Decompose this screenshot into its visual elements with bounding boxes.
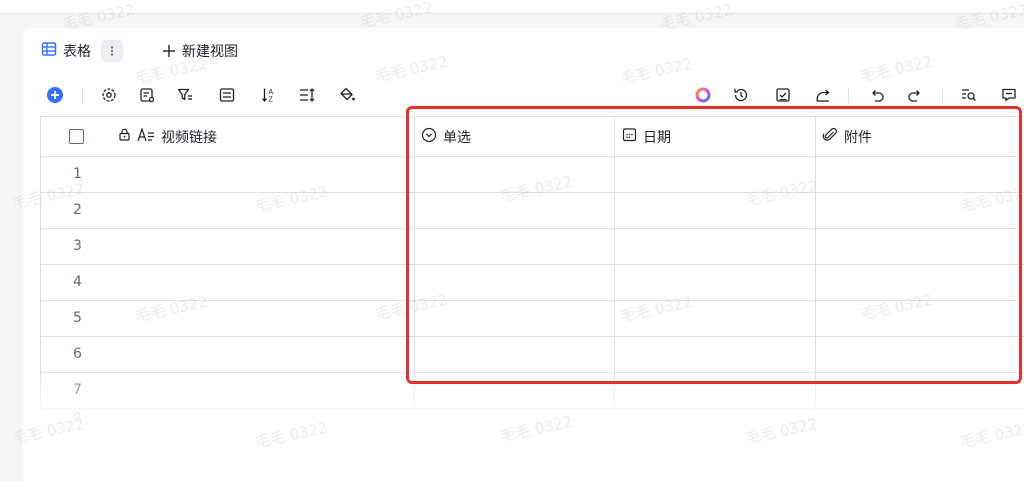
cell-video-link[interactable]: 4 bbox=[41, 265, 415, 301]
cell-video-link[interactable]: 3 bbox=[41, 229, 415, 265]
more-vertical-icon bbox=[110, 46, 114, 56]
add-record-icon[interactable] bbox=[44, 84, 66, 106]
tab-grid-view-label: 表格 bbox=[63, 44, 91, 60]
row-height-icon[interactable] bbox=[296, 84, 318, 106]
undo-icon[interactable] bbox=[866, 84, 888, 106]
cell-video-link[interactable]: 2 bbox=[41, 193, 415, 229]
bottom-fade bbox=[22, 370, 1024, 481]
group-icon[interactable] bbox=[216, 84, 238, 106]
top-strip bbox=[0, 0, 1024, 14]
row-number: 6 bbox=[73, 346, 82, 362]
row-number: 3 bbox=[73, 238, 82, 254]
share-icon[interactable] bbox=[812, 84, 834, 106]
ai-assistant-icon[interactable] bbox=[692, 84, 714, 106]
cell-video-link[interactable]: 5 bbox=[41, 301, 415, 337]
toolbar-divider bbox=[82, 88, 83, 104]
toolbar-divider bbox=[848, 88, 849, 104]
row-number: 1 bbox=[73, 166, 82, 182]
row-number: 2 bbox=[73, 202, 82, 218]
field-config-icon[interactable] bbox=[136, 84, 158, 106]
fill-color-icon[interactable] bbox=[336, 84, 358, 106]
plus-icon bbox=[163, 45, 175, 57]
tab-grid-view[interactable]: 表格 bbox=[28, 32, 140, 70]
cell-video-link[interactable]: 1 bbox=[41, 157, 415, 193]
filter-icon[interactable] bbox=[174, 84, 196, 106]
column-header-label: 视频链接 bbox=[161, 129, 217, 146]
highlight-box bbox=[406, 106, 1022, 384]
new-view-label: 新建视图 bbox=[182, 44, 238, 60]
search-icon[interactable] bbox=[958, 84, 980, 106]
row-number: 5 bbox=[73, 310, 82, 326]
cell-video-link[interactable]: 6 bbox=[41, 337, 415, 373]
comment-icon[interactable] bbox=[998, 84, 1020, 106]
svg-text:A: A bbox=[269, 89, 274, 96]
history-icon[interactable] bbox=[730, 84, 752, 106]
checklist-icon[interactable] bbox=[772, 84, 794, 106]
lock-icon bbox=[118, 128, 131, 145]
toolbar-divider bbox=[942, 88, 943, 104]
new-view-button[interactable]: 新建视图 bbox=[162, 32, 238, 70]
settings-icon[interactable] bbox=[98, 84, 120, 106]
column-header-video-link[interactable]: 视频链接 bbox=[41, 117, 415, 157]
tab-more-button[interactable] bbox=[101, 40, 123, 62]
text-field-icon bbox=[137, 126, 155, 146]
select-all-checkbox[interactable] bbox=[69, 129, 84, 144]
row-number: 4 bbox=[73, 274, 82, 290]
redo-icon[interactable] bbox=[904, 84, 926, 106]
svg-text:Z: Z bbox=[269, 97, 274, 104]
sort-icon[interactable]: AZ bbox=[258, 84, 280, 106]
grid-view-icon bbox=[41, 41, 57, 61]
left-strip bbox=[0, 14, 22, 481]
